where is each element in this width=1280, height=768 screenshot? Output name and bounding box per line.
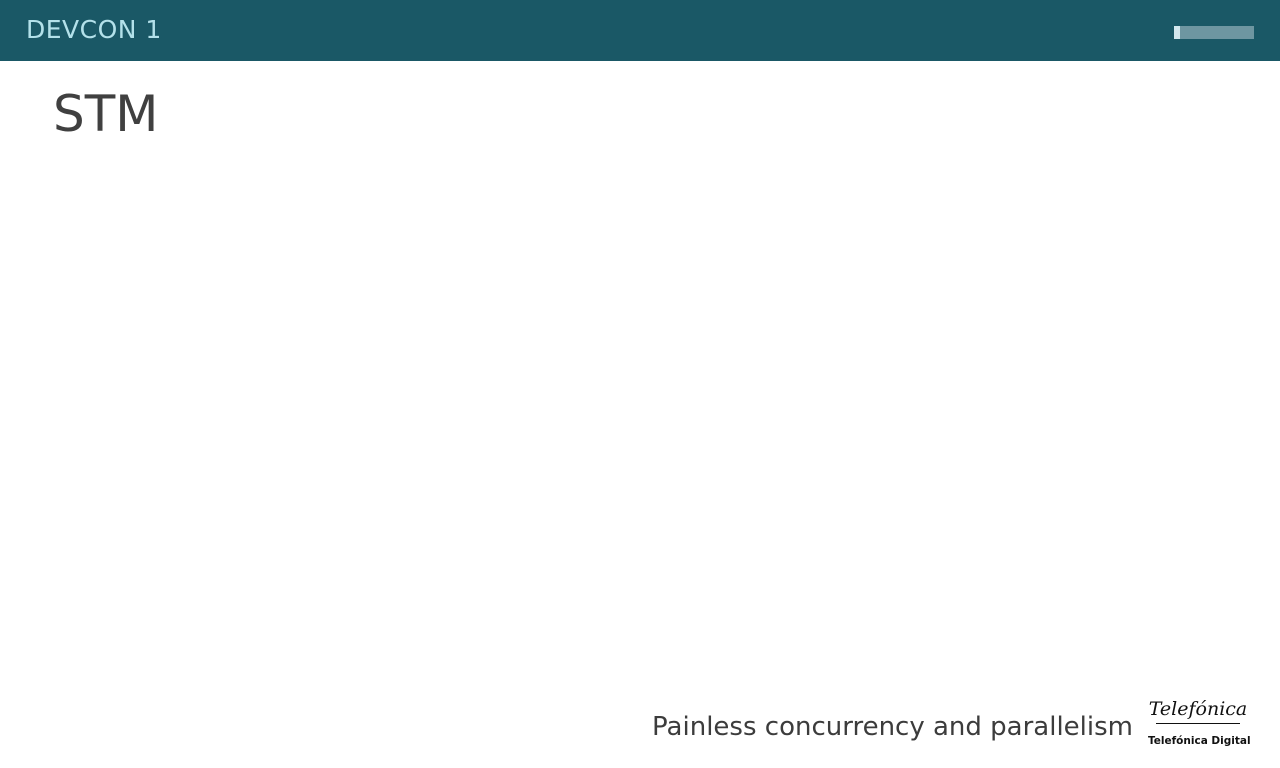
logo-wordmark: Telefónica xyxy=(1148,698,1248,720)
logo-divider xyxy=(1156,723,1240,724)
presentation-title: DEVCON 1 xyxy=(26,15,162,44)
slide: DEVCON 1 STM Painless concurrency and pa… xyxy=(0,0,1280,768)
slide-title: STM xyxy=(53,85,159,143)
slide-progress-fill xyxy=(1174,26,1181,39)
logo-caption: Telefónica Digital xyxy=(1148,735,1251,747)
telefonica-logo: Telefónica Telefónica Digital xyxy=(1148,694,1251,754)
slide-progress-bar xyxy=(1174,26,1254,39)
header-bar: DEVCON 1 xyxy=(0,0,1280,61)
presentation-subtitle: Painless concurrency and parallelism xyxy=(652,712,1133,742)
